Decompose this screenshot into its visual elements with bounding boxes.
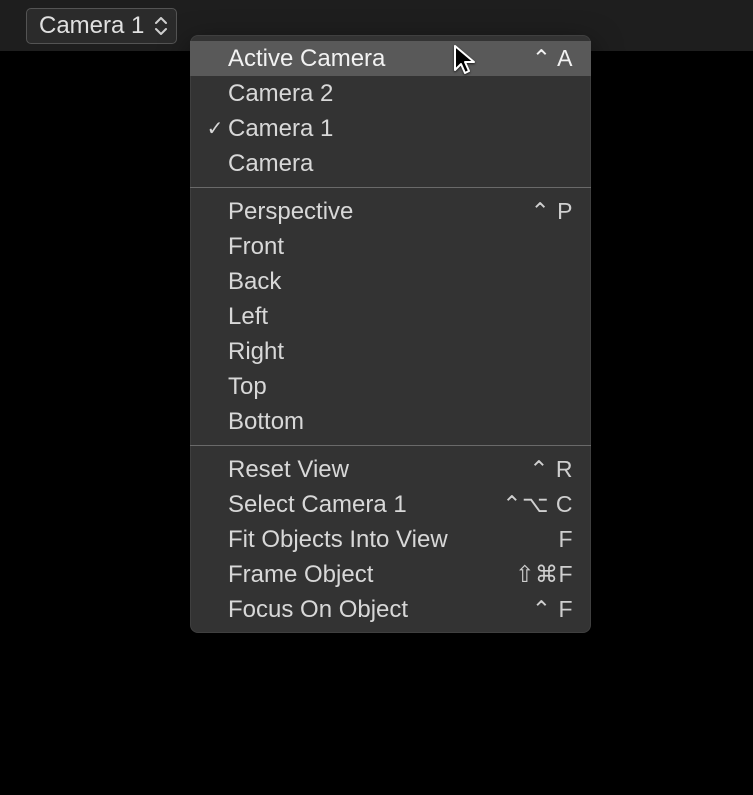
menu-item-label: Fit Objects Into View	[228, 526, 558, 554]
menu-item-label: Front	[228, 233, 573, 261]
chevrons-up-down-icon	[154, 17, 168, 35]
menu-item-camera-1[interactable]: ✓ Camera 1	[190, 111, 591, 146]
menu-item-label: Back	[228, 268, 573, 296]
menu-separator	[190, 445, 591, 446]
camera-dropdown-label: Camera 1	[39, 12, 144, 40]
menu-item-front[interactable]: Front	[190, 229, 591, 264]
menu-item-top[interactable]: Top	[190, 369, 591, 404]
menu-item-shortcut: ⌃ R	[529, 456, 573, 483]
menu-item-select-camera-1[interactable]: Select Camera 1 ⌃⌥ C	[190, 487, 591, 522]
menu-item-perspective[interactable]: Perspective ⌃ P	[190, 194, 591, 229]
menu-item-reset-view[interactable]: Reset View ⌃ R	[190, 452, 591, 487]
menu-item-label: Camera 1	[228, 115, 573, 143]
camera-view-menu: Active Camera ⌃ A Camera 2 ✓ Camera 1 Ca…	[190, 35, 591, 633]
menu-item-active-camera[interactable]: Active Camera ⌃ A	[190, 41, 591, 76]
menu-item-label: Bottom	[228, 408, 573, 436]
menu-item-label: Top	[228, 373, 573, 401]
menu-item-shortcut: ⌃ A	[532, 45, 573, 72]
menu-item-camera[interactable]: Camera	[190, 146, 591, 181]
menu-item-shortcut: ⌃⌥ C	[502, 491, 573, 518]
menu-item-shortcut: ⇧⌘F	[515, 561, 573, 588]
menu-item-label: Camera	[228, 150, 573, 178]
menu-item-right[interactable]: Right	[190, 334, 591, 369]
menu-separator	[190, 187, 591, 188]
menu-item-label: Right	[228, 338, 573, 366]
menu-item-shortcut: ⌃ P	[530, 198, 573, 225]
menu-item-fit-objects-into-view[interactable]: Fit Objects Into View F	[190, 522, 591, 557]
menu-item-camera-2[interactable]: Camera 2	[190, 76, 591, 111]
camera-dropdown-trigger[interactable]: Camera 1	[26, 8, 177, 44]
menu-item-frame-object[interactable]: Frame Object ⇧⌘F	[190, 557, 591, 592]
menu-item-label: Perspective	[228, 198, 530, 226]
menu-item-label: Focus On Object	[228, 596, 532, 624]
menu-item-shortcut: F	[558, 526, 573, 553]
menu-item-focus-on-object[interactable]: Focus On Object ⌃ F	[190, 592, 591, 627]
menu-item-label: Left	[228, 303, 573, 331]
menu-item-label: Active Camera	[228, 45, 532, 73]
menu-item-label: Reset View	[228, 456, 529, 484]
menu-item-label: Frame Object	[228, 561, 515, 589]
menu-item-bottom[interactable]: Bottom	[190, 404, 591, 439]
menu-item-label: Select Camera 1	[228, 491, 502, 519]
menu-item-label: Camera 2	[228, 80, 573, 108]
menu-item-left[interactable]: Left	[190, 299, 591, 334]
menu-item-back[interactable]: Back	[190, 264, 591, 299]
menu-item-shortcut: ⌃ F	[532, 596, 573, 623]
check-icon: ✓	[202, 116, 228, 141]
